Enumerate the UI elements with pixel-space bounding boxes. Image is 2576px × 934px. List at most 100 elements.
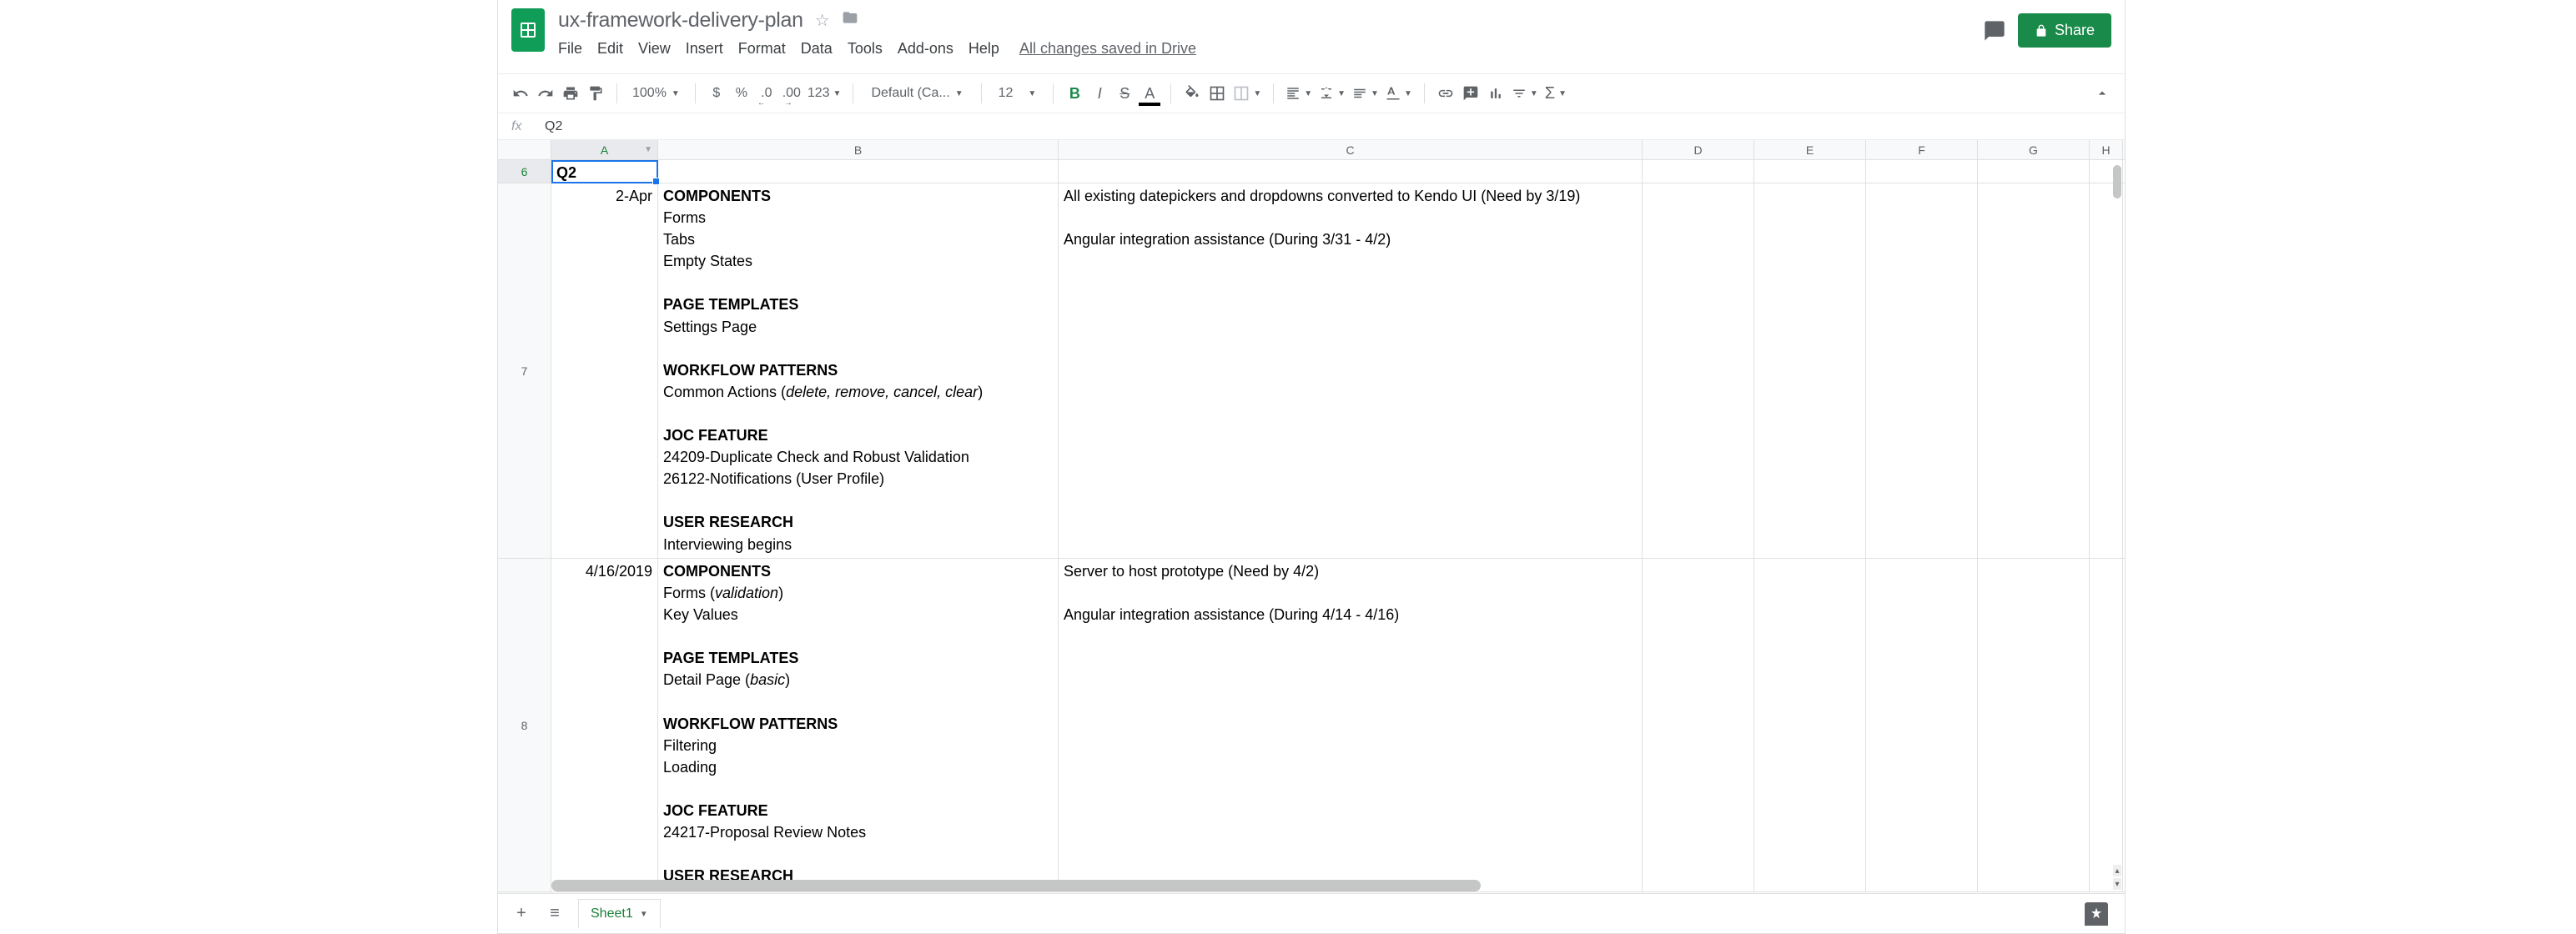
cell-A6[interactable]: Q2 bbox=[551, 160, 658, 183]
menu-insert[interactable]: Insert bbox=[686, 40, 723, 58]
insert-chart-icon[interactable] bbox=[1487, 84, 1505, 103]
decrease-decimal[interactable]: .0← bbox=[757, 84, 776, 103]
cell-G7[interactable] bbox=[1978, 183, 2090, 558]
font-family-dropdown[interactable]: Default (Ca...▼ bbox=[865, 83, 969, 103]
text-wrap-dropdown[interactable]: ▼ bbox=[1352, 86, 1379, 101]
vertical-scroll-thumb[interactable] bbox=[2113, 165, 2121, 198]
menu-addons[interactable]: Add-ons bbox=[898, 40, 953, 58]
column-header-B[interactable]: B bbox=[658, 140, 1059, 159]
column-header-C[interactable]: C bbox=[1059, 140, 1643, 159]
horizontal-scroll-thumb[interactable] bbox=[551, 880, 1481, 891]
cell-G8[interactable] bbox=[1978, 559, 2090, 891]
strikethrough-button[interactable]: S bbox=[1115, 84, 1134, 103]
menu-edit[interactable]: Edit bbox=[597, 40, 623, 58]
comments-icon[interactable] bbox=[1983, 19, 2006, 43]
increase-decimal[interactable]: .00→ bbox=[782, 84, 801, 103]
cell-F6[interactable] bbox=[1866, 160, 1978, 183]
menu-file[interactable]: File bbox=[558, 40, 582, 58]
cell-C6[interactable] bbox=[1059, 160, 1643, 183]
cell-E7[interactable] bbox=[1754, 183, 1866, 558]
horizontal-scrollbar[interactable] bbox=[551, 880, 2100, 891]
cell-H7[interactable] bbox=[2090, 183, 2123, 558]
formula-bar[interactable]: fx Q2 bbox=[498, 113, 2125, 140]
zoom-dropdown[interactable]: 100%▼ bbox=[629, 86, 683, 101]
cell-B6[interactable] bbox=[658, 160, 1059, 183]
save-status[interactable]: All changes saved in Drive bbox=[1019, 40, 1196, 58]
cell-B7[interactable]: COMPONENTSFormsTabsEmpty StatesPAGE TEMP… bbox=[658, 183, 1059, 558]
currency-format[interactable]: $ bbox=[707, 84, 726, 103]
menu-format[interactable]: Format bbox=[738, 40, 786, 58]
row-header-8[interactable]: 8 bbox=[498, 559, 551, 892]
filter-dropdown[interactable]: ▼ bbox=[1512, 86, 1538, 101]
italic-button[interactable]: I bbox=[1090, 84, 1109, 103]
menu-data[interactable]: Data bbox=[801, 40, 833, 58]
menu-tools[interactable]: Tools bbox=[848, 40, 883, 58]
cell-F7[interactable] bbox=[1866, 183, 1978, 558]
merge-cells-dropdown[interactable]: ▼ bbox=[1233, 85, 1261, 102]
explore-button[interactable] bbox=[2085, 902, 2108, 926]
text-color-button[interactable]: A bbox=[1140, 84, 1159, 103]
percent-format[interactable]: % bbox=[732, 84, 751, 103]
sheet-tab-label: Sheet1 bbox=[591, 906, 633, 921]
column-headers: A▼BCDEFGH bbox=[498, 140, 2125, 160]
row-header-6[interactable]: 6 bbox=[498, 160, 551, 183]
menu-help[interactable]: Help bbox=[969, 40, 999, 58]
number-format-dropdown[interactable]: 123▼ bbox=[808, 86, 842, 101]
column-header-H[interactable]: H bbox=[2090, 140, 2123, 159]
borders-button[interactable] bbox=[1208, 84, 1226, 103]
doc-title[interactable]: ux-framework-delivery-plan bbox=[558, 8, 803, 33]
cell-H8[interactable] bbox=[2090, 559, 2123, 891]
share-label: Share bbox=[2055, 22, 2095, 39]
scroll-up-arrow[interactable]: ▴ bbox=[2113, 865, 2121, 876]
undo-icon[interactable] bbox=[511, 84, 530, 103]
scroll-down-arrow[interactable]: ▾ bbox=[2113, 878, 2121, 890]
insert-link-icon[interactable] bbox=[1436, 84, 1455, 103]
sheets-app-icon[interactable] bbox=[511, 8, 545, 52]
column-header-E[interactable]: E bbox=[1754, 140, 1866, 159]
all-sheets-button[interactable]: ≡ bbox=[545, 904, 565, 923]
print-icon[interactable] bbox=[561, 84, 580, 103]
cell-C8[interactable]: Server to host prototype (Need by 4/2)An… bbox=[1059, 559, 1643, 891]
spreadsheet-grid[interactable]: A▼BCDEFGH 678 Q22-AprCOMPONENTSFormsTabs… bbox=[498, 140, 2125, 893]
cell-E8[interactable] bbox=[1754, 559, 1866, 891]
cell-E6[interactable] bbox=[1754, 160, 1866, 183]
insert-comment-icon[interactable] bbox=[1462, 84, 1480, 103]
add-sheet-button[interactable]: + bbox=[511, 904, 531, 923]
cell-D6[interactable] bbox=[1643, 160, 1754, 183]
row-header-7[interactable]: 7 bbox=[498, 183, 551, 559]
sheet-tab-active[interactable]: Sheet1▼ bbox=[578, 899, 661, 928]
fx-label: fx bbox=[511, 119, 545, 134]
column-header-G[interactable]: G bbox=[1978, 140, 2090, 159]
share-button[interactable]: Share bbox=[2018, 13, 2111, 48]
collapse-toolbar-icon[interactable] bbox=[2093, 84, 2111, 103]
fill-color-button[interactable] bbox=[1183, 84, 1201, 103]
move-folder-icon[interactable] bbox=[842, 9, 858, 31]
horizontal-align-dropdown[interactable]: ▼ bbox=[1285, 86, 1312, 101]
text-rotation-dropdown[interactable]: ▼ bbox=[1386, 86, 1412, 101]
star-icon[interactable]: ☆ bbox=[815, 10, 830, 31]
vertical-align-dropdown[interactable]: ▼ bbox=[1319, 86, 1346, 101]
cell-A7[interactable]: 2-Apr bbox=[551, 183, 658, 558]
column-header-F[interactable]: F bbox=[1866, 140, 1978, 159]
redo-icon[interactable] bbox=[536, 84, 555, 103]
cell-D7[interactable] bbox=[1643, 183, 1754, 558]
functions-dropdown[interactable]: Σ▼ bbox=[1545, 84, 1567, 103]
cell-G6[interactable] bbox=[1978, 160, 2090, 183]
select-all-corner[interactable] bbox=[498, 140, 551, 159]
column-header-A[interactable]: A▼ bbox=[551, 140, 658, 159]
cell-F8[interactable] bbox=[1866, 559, 1978, 891]
column-header-D[interactable]: D bbox=[1643, 140, 1754, 159]
cell-A8[interactable]: 4/16/2019 bbox=[551, 559, 658, 891]
cell-C7[interactable]: All existing datepickers and dropdowns c… bbox=[1059, 183, 1643, 558]
cells-area[interactable]: Q22-AprCOMPONENTSFormsTabsEmpty StatesPA… bbox=[551, 160, 2125, 893]
paint-format-icon[interactable] bbox=[586, 84, 605, 103]
bold-button[interactable]: B bbox=[1065, 84, 1084, 103]
menu-view[interactable]: View bbox=[638, 40, 671, 58]
font-size-dropdown[interactable]: 12▼ bbox=[994, 86, 1042, 101]
fx-value: Q2 bbox=[545, 119, 562, 134]
table-row: 4/16/2019COMPONENTSForms (validation)Key… bbox=[551, 559, 2125, 892]
cell-D8[interactable] bbox=[1643, 559, 1754, 891]
table-row: Q2 bbox=[551, 160, 2125, 183]
cell-B8[interactable]: COMPONENTSForms (validation)Key ValuesPA… bbox=[658, 559, 1059, 891]
table-row: 2-AprCOMPONENTSFormsTabsEmpty StatesPAGE… bbox=[551, 183, 2125, 559]
